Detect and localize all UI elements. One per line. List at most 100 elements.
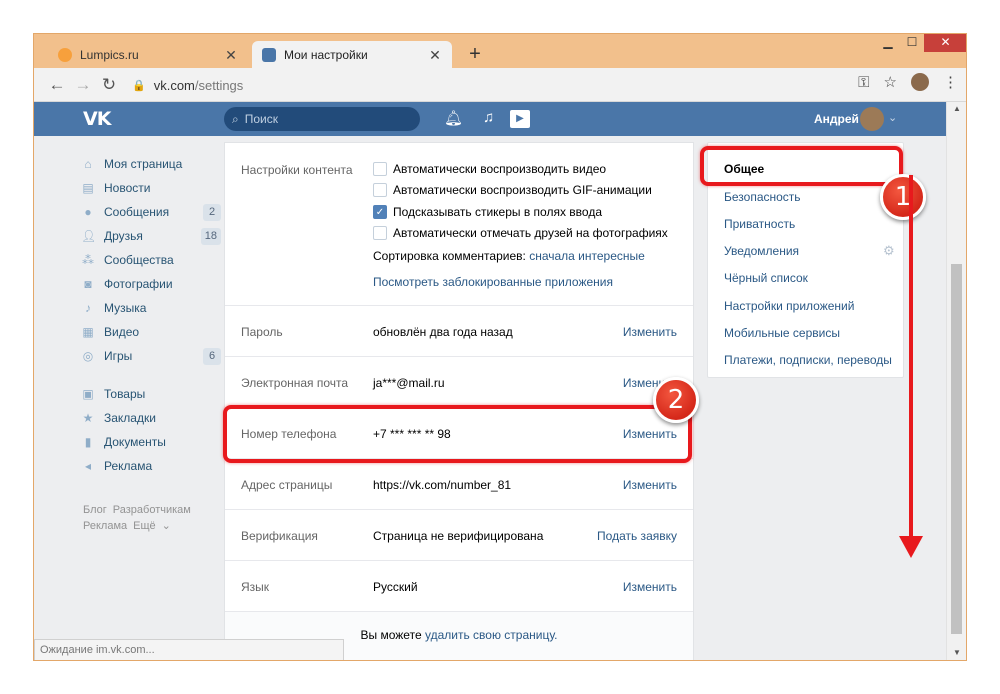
delete-prefix: Вы можете	[360, 628, 422, 642]
search-input[interactable]: ⌕ Поиск	[224, 107, 420, 131]
menu-privacy[interactable]: Приватность	[724, 217, 795, 231]
footer-devs-link[interactable]: Разработчикам	[113, 504, 191, 516]
scroll-down-icon[interactable]: ▼	[947, 648, 966, 657]
camera-icon: ◙	[84, 277, 92, 291]
nav-goods[interactable]: ▣ Товары	[81, 382, 221, 406]
nav-separator	[81, 368, 221, 382]
settings-row-password: Пароль обновлён два года назад Изменить	[225, 305, 693, 356]
nav-bookmarks[interactable]: ★ Закладки	[81, 406, 221, 430]
browser-window: Lumpics.ru ✕ Мои настройки ✕ + ▁ ☐ ✕ ← →…	[33, 33, 967, 661]
row-label: Адрес страницы	[241, 478, 333, 492]
checkbox[interactable]	[373, 183, 387, 197]
menu-mobile-services[interactable]: Мобильные сервисы	[724, 326, 840, 340]
nav-music[interactable]: ♪ Музыка	[81, 296, 221, 320]
nav-label: Музыка	[104, 301, 147, 315]
footer-ads-link[interactable]: Реклама	[83, 520, 127, 532]
vk-favicon-icon	[262, 48, 276, 62]
close-icon[interactable]: ✕	[428, 47, 442, 64]
menu-security[interactable]: Безопасность	[724, 190, 801, 204]
forward-icon[interactable]: →	[70, 75, 96, 95]
search-icon: ⌕	[232, 111, 239, 126]
option-autoplay-video[interactable]: Автоматически воспроизводить видео	[373, 162, 606, 176]
delete-page-link[interactable]: удалить свою страницу.	[425, 628, 558, 642]
comments-sort-value[interactable]: сначала интересные	[529, 249, 645, 263]
games-icon: ◎	[82, 349, 94, 363]
nav-label: Фотографии	[104, 277, 173, 291]
tab-lumpics[interactable]: Lumpics.ru ✕	[48, 41, 248, 69]
window-close-icon[interactable]: ✕	[924, 34, 966, 52]
row-label: Электронная почта	[241, 376, 349, 390]
nav-video[interactable]: ▦ Видео	[81, 320, 221, 344]
new-tab-icon[interactable]: +	[464, 43, 486, 66]
minimize-icon[interactable]: ▁	[876, 34, 900, 52]
tab-settings[interactable]: Мои настройки ✕	[252, 41, 452, 69]
change-address-link[interactable]: Изменить	[623, 478, 677, 492]
nav-ads[interactable]: ◂ Реклама	[81, 454, 221, 478]
checkbox[interactable]	[373, 162, 387, 176]
nav-games[interactable]: ◎ Игры 6	[81, 344, 221, 368]
bookmark-star-icon[interactable]: ☆	[884, 73, 897, 91]
row-value: Страница не верифицирована	[373, 529, 544, 543]
checkbox-checked[interactable]: ✓	[373, 205, 387, 219]
menu-notifications[interactable]: Уведомления	[724, 244, 799, 258]
nav-documents[interactable]: ▮ Документы	[81, 430, 221, 454]
user-name[interactable]: Андрей	[814, 112, 859, 126]
change-password-link[interactable]: Изменить	[623, 325, 677, 339]
profile-avatar[interactable]	[911, 73, 929, 91]
option-tag-friends[interactable]: Автоматически отмечать друзей на фотогра…	[373, 226, 668, 240]
settings-row-email: Электронная почта ja***@mail.ru Изменить	[225, 356, 693, 407]
menu-payments[interactable]: Платежи, подписки, переводы	[724, 353, 892, 367]
change-language-link[interactable]: Изменить	[623, 580, 677, 594]
option-sticker-hints[interactable]: ✓ Подсказывать стикеры в полях ввода	[373, 205, 602, 219]
menu-dots-icon[interactable]: ⋮	[943, 73, 958, 91]
gear-icon[interactable]: ⚙	[883, 243, 895, 259]
play-icon[interactable]: ▶	[510, 110, 530, 128]
footer-more-link[interactable]: Ещё	[133, 520, 156, 532]
nav-label: Закладки	[104, 411, 156, 425]
bell-icon[interactable]: 🔔︎	[444, 109, 463, 127]
nav-news[interactable]: ▤ Новости	[81, 176, 221, 200]
maximize-icon[interactable]: ☐	[900, 34, 924, 52]
step-badge-1: 1	[880, 174, 926, 220]
nav-friends[interactable]: 👤︎ Друзья 18	[81, 224, 221, 248]
comments-sort-label: Сортировка комментариев:	[373, 249, 526, 263]
footer-blog-link[interactable]: Блог	[83, 504, 107, 516]
checkbox[interactable]	[373, 226, 387, 240]
highlight-general	[700, 146, 903, 186]
menu-app-settings[interactable]: Настройки приложений	[724, 299, 854, 313]
back-icon[interactable]: ←	[44, 75, 70, 95]
content-settings-label: Настройки контента	[241, 163, 353, 177]
nav-groups[interactable]: ⁂ Сообщества	[81, 248, 221, 272]
scroll-arrow-line	[909, 175, 913, 543]
address-host: vk.com	[153, 77, 195, 93]
nav-label: Новости	[104, 181, 151, 195]
footer-links: Блог Разработчикам Реклама Ещё ⌄	[83, 502, 223, 534]
browser-toolbar: ← → ↻ 🔒 vk.com/settings ⚿ ☆ ⋮	[34, 68, 966, 102]
address-bar[interactable]: 🔒 vk.com/settings	[132, 74, 243, 96]
music-note-icon[interactable]: ♫	[483, 109, 494, 126]
page-scrollbar[interactable]: ▲ ▼	[946, 102, 966, 660]
close-icon[interactable]: ✕	[224, 47, 238, 64]
nav-messages[interactable]: ● Сообщения 2	[81, 200, 221, 224]
key-icon[interactable]: ⚿	[858, 74, 869, 91]
option-label: Автоматически воспроизводить GIF-анимаци…	[393, 183, 652, 197]
nav-photos[interactable]: ◙ Фотографии	[81, 272, 221, 296]
menu-blacklist[interactable]: Чёрный список	[724, 271, 808, 285]
row-label: Верификация	[241, 529, 318, 543]
blocked-apps-link[interactable]: Посмотреть заблокированные приложения	[373, 275, 613, 289]
settings-row-language: Язык Русский Изменить	[225, 560, 693, 611]
reload-icon[interactable]: ↻	[96, 75, 122, 95]
row-value: ja***@mail.ru	[373, 376, 445, 390]
vk-logo[interactable]: VK	[83, 108, 111, 130]
apply-verification-link[interactable]: Подать заявку	[597, 529, 677, 543]
nav-my-page[interactable]: ⌂ Моя страница	[81, 152, 221, 176]
tab-title: Lumpics.ru	[80, 48, 139, 62]
scroll-thumb[interactable]	[951, 264, 962, 634]
row-label: Язык	[241, 580, 270, 594]
scroll-up-icon[interactable]: ▲	[947, 104, 966, 113]
count-badge: 2	[203, 204, 221, 221]
row-label: Пароль	[241, 325, 283, 339]
chevron-down-icon[interactable]: ⌄	[888, 111, 897, 124]
user-avatar[interactable]	[860, 107, 884, 131]
option-autoplay-gif[interactable]: Автоматически воспроизводить GIF-анимаци…	[373, 183, 652, 197]
